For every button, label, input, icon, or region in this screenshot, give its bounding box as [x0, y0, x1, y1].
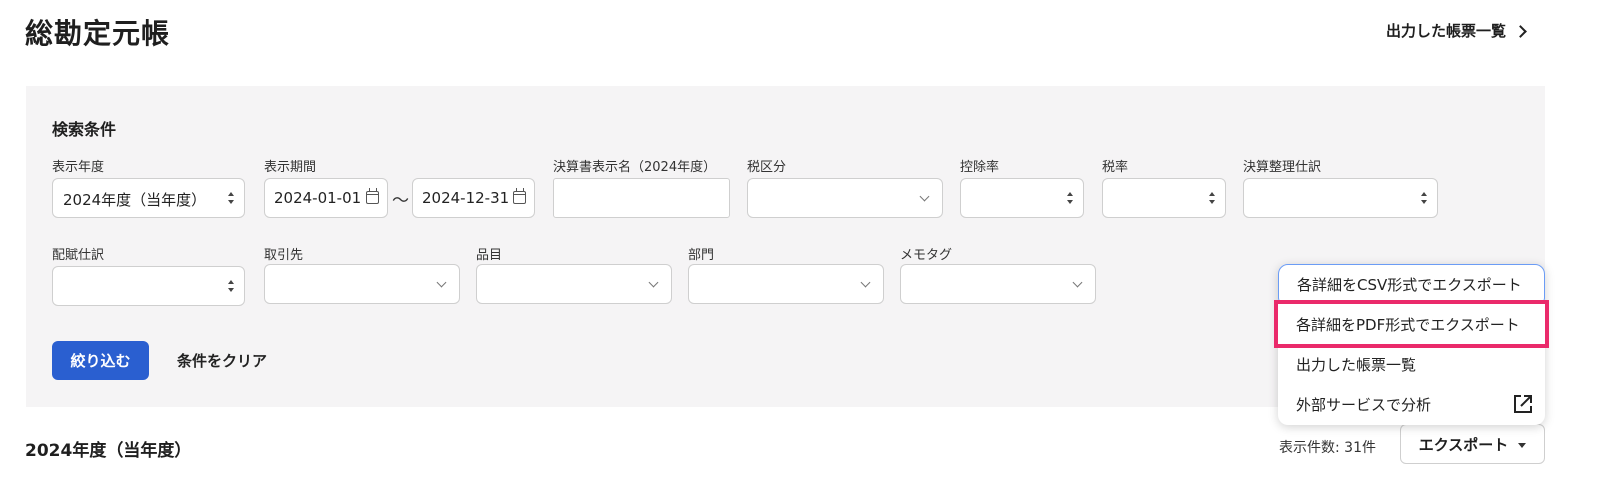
- calendar-icon[interactable]: [366, 188, 379, 204]
- menu-item-label: 各詳細をPDF形式でエクスポート: [1296, 315, 1520, 334]
- memo-tag-label: メモタグ: [900, 248, 953, 263]
- menu-item-export-pdf[interactable]: 各詳細をPDF形式でエクスポート: [1274, 300, 1549, 348]
- chevron-down-icon: [436, 277, 447, 288]
- apply-filter-button[interactable]: 絞り込む: [52, 341, 149, 380]
- tax-category-select[interactable]: [747, 178, 943, 218]
- export-menu: 各詳細をCSV形式でエクスポート 各詳細をPDF形式でエクスポート 出力した帳票…: [1274, 264, 1549, 425]
- menu-item-label: 外部サービスで分析: [1296, 395, 1432, 414]
- menu-item-label: 各詳細をCSV形式でエクスポート: [1297, 275, 1522, 294]
- clear-conditions-button[interactable]: 条件をクリア: [177, 350, 267, 371]
- closing-entry-select[interactable]: [1243, 178, 1438, 218]
- updown-arrows-icon: [228, 192, 234, 206]
- closing-entry-label: 決算整理仕訳: [1243, 160, 1322, 175]
- fiscal-year-value: 2024年度（当年度）: [63, 191, 207, 209]
- search-panel-title: 検索条件: [52, 120, 117, 139]
- results-section-title: 2024年度（当年度）: [25, 441, 192, 461]
- report-list-link-label: 出力した帳票一覧: [1386, 22, 1507, 40]
- result-count: 表示件数: 31件: [1279, 440, 1376, 456]
- updown-arrows-icon: [228, 280, 234, 294]
- menu-item-report-list[interactable]: 出力した帳票一覧: [1278, 344, 1545, 384]
- caret-down-icon: [1518, 442, 1527, 448]
- item-select[interactable]: [476, 264, 672, 304]
- menu-item-export-csv[interactable]: 各詳細をCSV形式でエクスポート: [1278, 264, 1545, 304]
- tax-category-label: 税区分: [747, 160, 787, 175]
- tax-rate-label: 税率: [1102, 160, 1129, 175]
- allocation-entry-label: 配賦仕訳: [52, 248, 105, 263]
- chevron-down-icon: [648, 277, 659, 288]
- partner-select[interactable]: [264, 264, 460, 304]
- menu-item-external-analysis[interactable]: 外部サービスで分析: [1278, 384, 1545, 424]
- chevron-right-icon: [1514, 24, 1527, 38]
- fiscal-year-label: 表示年度: [52, 160, 105, 175]
- updown-arrows-icon: [1421, 192, 1427, 206]
- menu-item-label: 出力した帳票一覧: [1296, 355, 1417, 374]
- item-label: 品目: [476, 248, 503, 263]
- period-start-value: 2024-01-01: [274, 189, 362, 207]
- period-end-value: 2024-12-31: [422, 189, 510, 207]
- period-start-input[interactable]: 2024-01-01: [264, 178, 388, 218]
- department-label: 部門: [688, 248, 715, 263]
- calendar-icon[interactable]: [513, 188, 526, 204]
- partner-label: 取引先: [264, 248, 304, 263]
- deduction-rate-select[interactable]: [960, 178, 1084, 218]
- deduction-rate-label: 控除率: [960, 160, 1000, 175]
- memo-tag-select[interactable]: [900, 264, 1096, 304]
- chevron-down-icon: [1072, 277, 1083, 288]
- external-link-icon: [1514, 395, 1532, 413]
- chevron-down-icon: [919, 191, 930, 202]
- period-label: 表示期間: [264, 160, 317, 175]
- updown-arrows-icon: [1209, 192, 1215, 206]
- department-select[interactable]: [688, 264, 884, 304]
- period-separator: 〜: [392, 191, 409, 211]
- page-title: 総勘定元帳: [25, 17, 171, 50]
- allocation-entry-select[interactable]: [52, 266, 245, 306]
- export-button-label: エクスポート: [1418, 435, 1509, 454]
- period-end-input[interactable]: 2024-12-31: [412, 178, 535, 218]
- statement-name-input[interactable]: [553, 178, 730, 218]
- fiscal-year-select[interactable]: 2024年度（当年度）: [52, 178, 245, 218]
- statement-name-label: 決算書表示名（2024年度）: [553, 160, 717, 175]
- updown-arrows-icon: [1067, 192, 1073, 206]
- tax-rate-select[interactable]: [1102, 178, 1226, 218]
- export-button[interactable]: エクスポート: [1400, 424, 1545, 464]
- chevron-down-icon: [860, 277, 871, 288]
- report-list-link[interactable]: 出力した帳票一覧: [1386, 20, 1527, 41]
